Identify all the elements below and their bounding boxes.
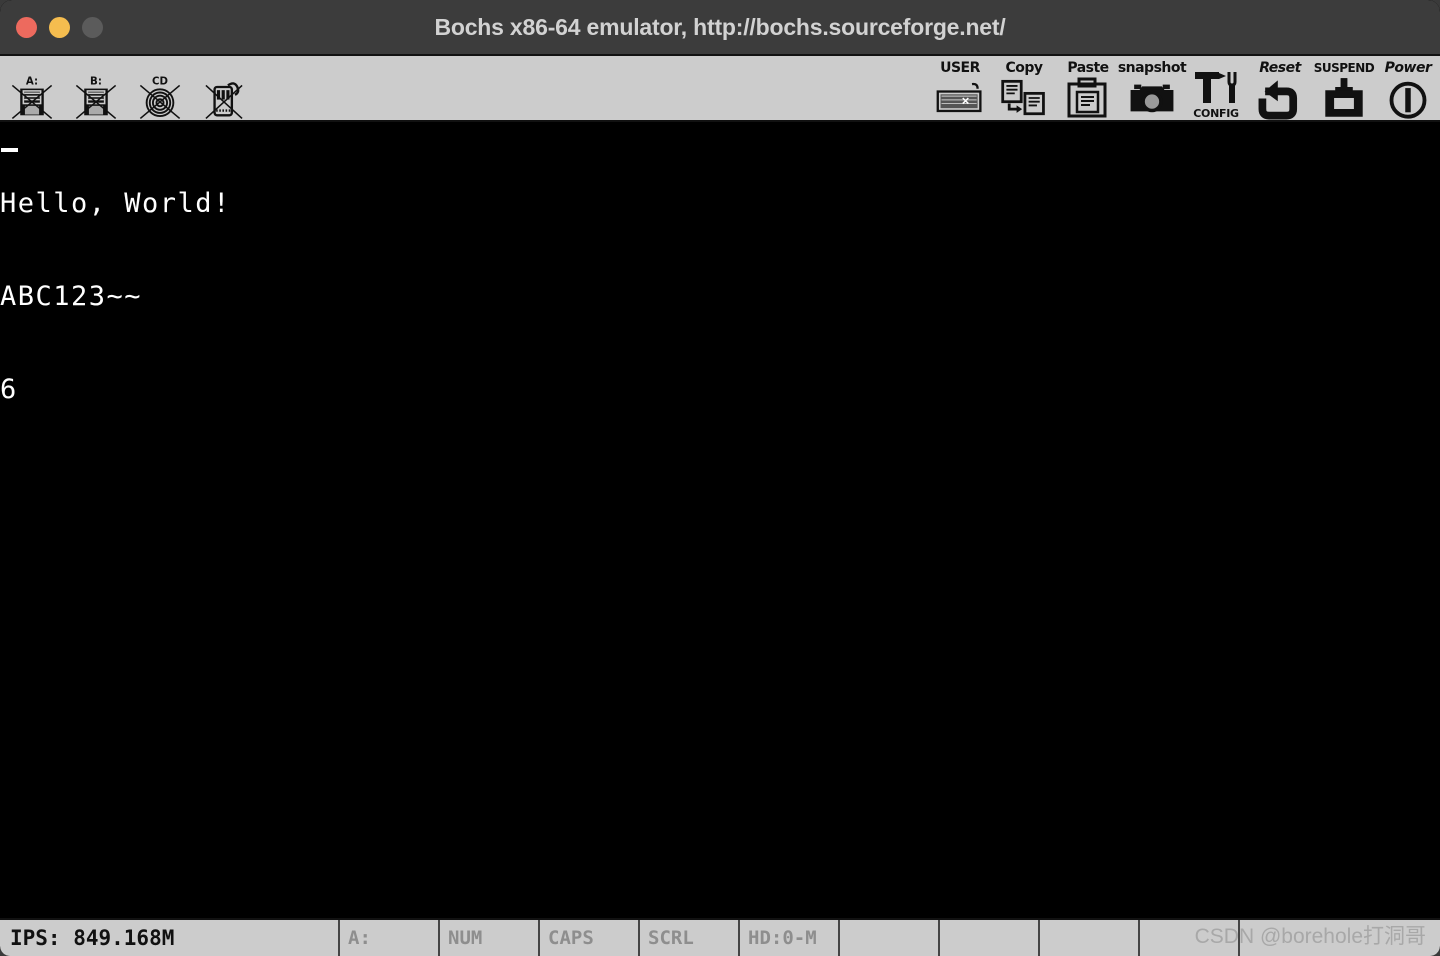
power-icon [1389,81,1427,119]
keyboard-icon [936,82,982,113]
power-button[interactable]: Power [1376,56,1440,120]
vga-line: ABC123~~ [0,281,143,312]
status-scrl: SCRL [640,920,740,956]
user-label: USER [940,60,980,76]
status-spare-2 [940,920,1040,956]
window-controls [16,16,103,38]
status-spare-5 [1240,920,1440,956]
window-title: Bochs x86-64 emulator, http://bochs.sour… [434,13,1006,40]
svg-text:B:: B: [90,77,102,88]
status-bar: IPS: 849.168M A: NUM CAPS SCRL HD:0-M CS… [0,918,1440,956]
app-root: Bochs x86-64 emulator, http://bochs.sour… [0,0,1440,956]
snapshot-button[interactable]: snapshot [1117,56,1187,120]
floppy-a-button[interactable]: A: [0,56,64,120]
config-button[interactable]: CONFIG [1184,56,1248,120]
svg-text:A:: A: [26,77,38,88]
usb-button[interactable] [192,56,256,120]
power-label: Power [1384,60,1432,76]
close-button[interactable] [16,16,37,38]
vga-line: Hello, World! [0,188,231,219]
status-spare-3 [1040,920,1140,956]
reset-button[interactable]: Reset [1248,56,1312,120]
minimize-button[interactable] [49,16,70,38]
toolbar-control-group: USER Copy Paste snapshot CONFIG Reset SU… [928,56,1440,120]
status-ips: IPS: 849.168M [0,920,340,956]
cdrom-icon: CD [139,77,181,120]
floppy-b-button[interactable]: B: [64,56,128,120]
status-spare-4 [1140,920,1240,956]
status-num: NUM [440,920,540,956]
copy-button[interactable]: Copy [992,56,1056,120]
camera-icon [1130,84,1174,113]
vga-text-area: Hello, World! ABC123~~ 6 [0,122,1440,467]
config-label: CONFIG [1193,107,1239,120]
toolbar-media-group: A: B: CD [0,56,256,120]
status-caps: CAPS [540,920,640,956]
bochs-window: Bochs x86-64 emulator, http://bochs.sour… [0,0,1440,956]
copy-icon [1001,79,1045,116]
copy-label: Copy [1005,60,1043,76]
vga-line: 6 [0,374,18,405]
reset-label: Reset [1259,60,1301,76]
floppy-b-icon: B: [75,77,117,120]
status-floppy-a: A: [340,920,440,956]
usb-icon [205,82,243,120]
reset-icon [1258,80,1298,120]
bochs-toolbar: A: B: CD USER Copy Paste snapshot CONFIG… [0,54,1440,122]
suspend-button[interactable]: SUSPEND [1312,56,1376,120]
zoom-button[interactable] [82,16,103,38]
status-spare-1 [840,920,940,956]
suspend-label: SUSPEND [1313,61,1375,75]
window-titlebar: Bochs x86-64 emulator, http://bochs.sour… [0,0,1440,54]
status-hd: HD:0-M [740,920,840,956]
user-button[interactable]: USER [928,56,992,120]
svg-text:CD: CD [152,77,168,88]
cdrom-button[interactable]: CD [128,56,192,120]
text-cursor [1,148,18,152]
snapshot-label: snapshot [1117,60,1187,76]
paste-button[interactable]: Paste [1056,56,1120,120]
paste-icon [1067,77,1107,118]
floppy-a-icon: A: [11,77,53,120]
paste-label: Paste [1067,60,1109,76]
vga-screen[interactable]: Hello, World! ABC123~~ 6 [0,122,1440,918]
suspend-icon [1325,78,1363,117]
